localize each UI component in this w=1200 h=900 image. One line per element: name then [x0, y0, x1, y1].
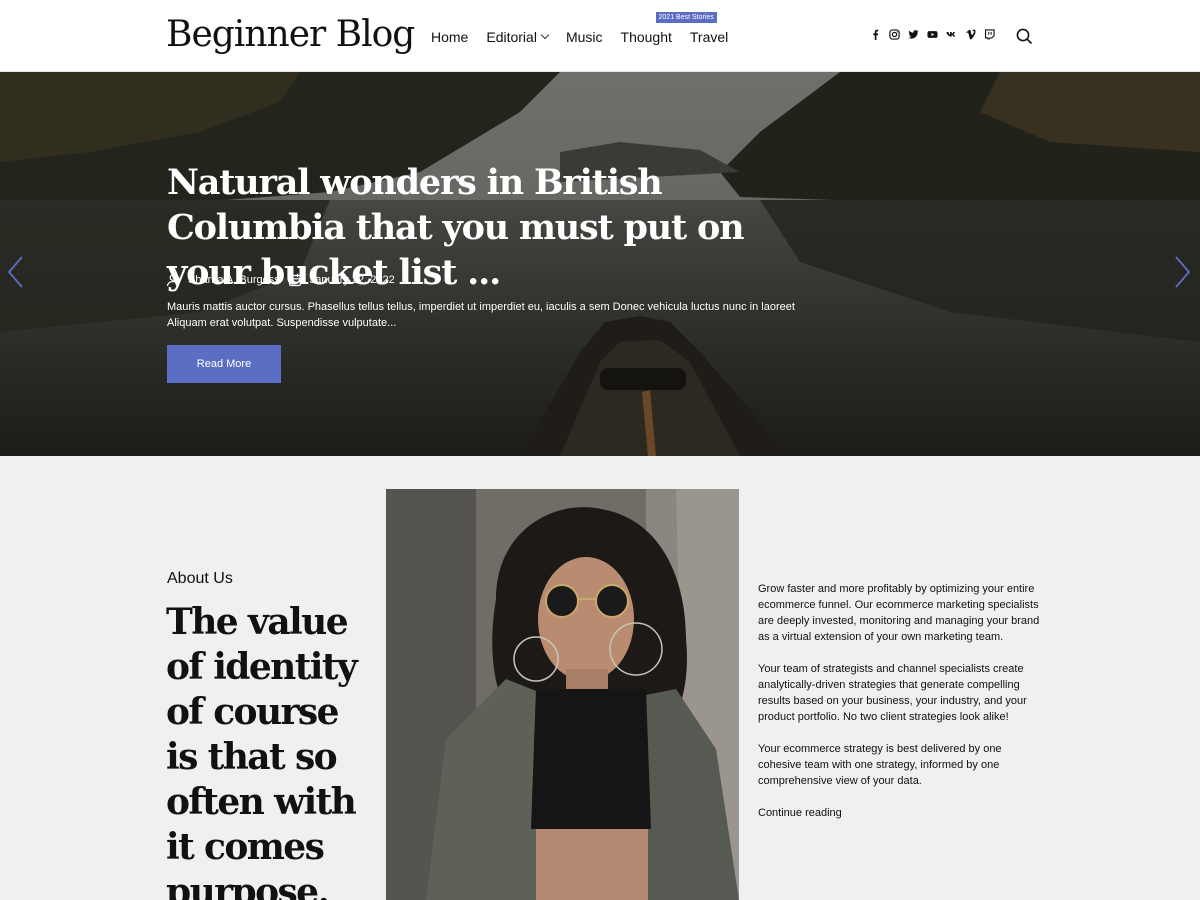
chevron-down-icon	[540, 30, 550, 40]
nav-item-travel[interactable]: Travel	[690, 29, 728, 45]
about-paragraph: Your ecommerce strategy is best delivere…	[758, 743, 1002, 787]
facebook-icon[interactable]	[866, 26, 885, 42]
social-links	[866, 26, 999, 42]
chevron-right-icon[interactable]	[1172, 255, 1192, 289]
vk-icon[interactable]	[942, 26, 961, 42]
post-meta: Sharna A. Burgess January 22, 2022	[166, 272, 403, 287]
twitter-icon[interactable]	[904, 26, 923, 42]
continue-reading-link[interactable]: Continue reading	[758, 805, 1040, 821]
nav-item-thought[interactable]: 2021 Best Stories Thought	[620, 12, 717, 45]
nav-item-home[interactable]: Home	[431, 29, 468, 45]
read-more-button[interactable]: Read More	[167, 345, 281, 383]
search-icon[interactable]	[1015, 27, 1033, 45]
site-logo[interactable]: Beginner Blog	[166, 14, 415, 55]
main-nav: Home Editorial Music 2021 Best Stories T…	[431, 12, 728, 46]
chevron-left-icon[interactable]	[6, 255, 26, 289]
post-date: January 22, 2022	[309, 273, 395, 286]
nav-item-label: Thought	[620, 29, 672, 45]
nav-item-editorial[interactable]: Editorial	[486, 29, 550, 45]
nav-item-label: Editorial	[486, 29, 537, 45]
site-header: Beginner Blog Home Editorial Music 2021 …	[0, 0, 1200, 72]
nav-item-label: Home	[431, 29, 469, 45]
about-heading: The value of identity of course is that …	[166, 601, 358, 900]
portrait-image	[386, 489, 739, 900]
about-copy: Grow faster and more profitably by optim…	[758, 581, 1040, 837]
about-paragraph: Your team of strategists and channel spe…	[758, 663, 1027, 723]
vimeo-icon[interactable]	[961, 26, 980, 42]
youtube-icon[interactable]	[923, 26, 942, 42]
calendar-icon	[288, 272, 303, 287]
nav-item-music[interactable]: Music	[566, 29, 603, 45]
about-paragraph: Grow faster and more profitably by optim…	[758, 583, 1040, 643]
hero-excerpt: Mauris mattis auctor cursus. Phasellus t…	[167, 301, 795, 329]
post-author[interactable]: Sharna A. Burgess	[188, 274, 280, 286]
nav-badge: 2021 Best Stories	[655, 12, 717, 23]
user-icon	[166, 272, 181, 287]
hero-slider: Natural wonders in British Columbia that…	[0, 72, 1200, 456]
nav-item-label: Music	[565, 29, 603, 45]
nav-item-label: Travel	[689, 29, 729, 45]
about-label: About Us	[167, 570, 233, 587]
twitch-icon[interactable]	[980, 26, 999, 42]
instagram-icon[interactable]	[885, 26, 904, 42]
